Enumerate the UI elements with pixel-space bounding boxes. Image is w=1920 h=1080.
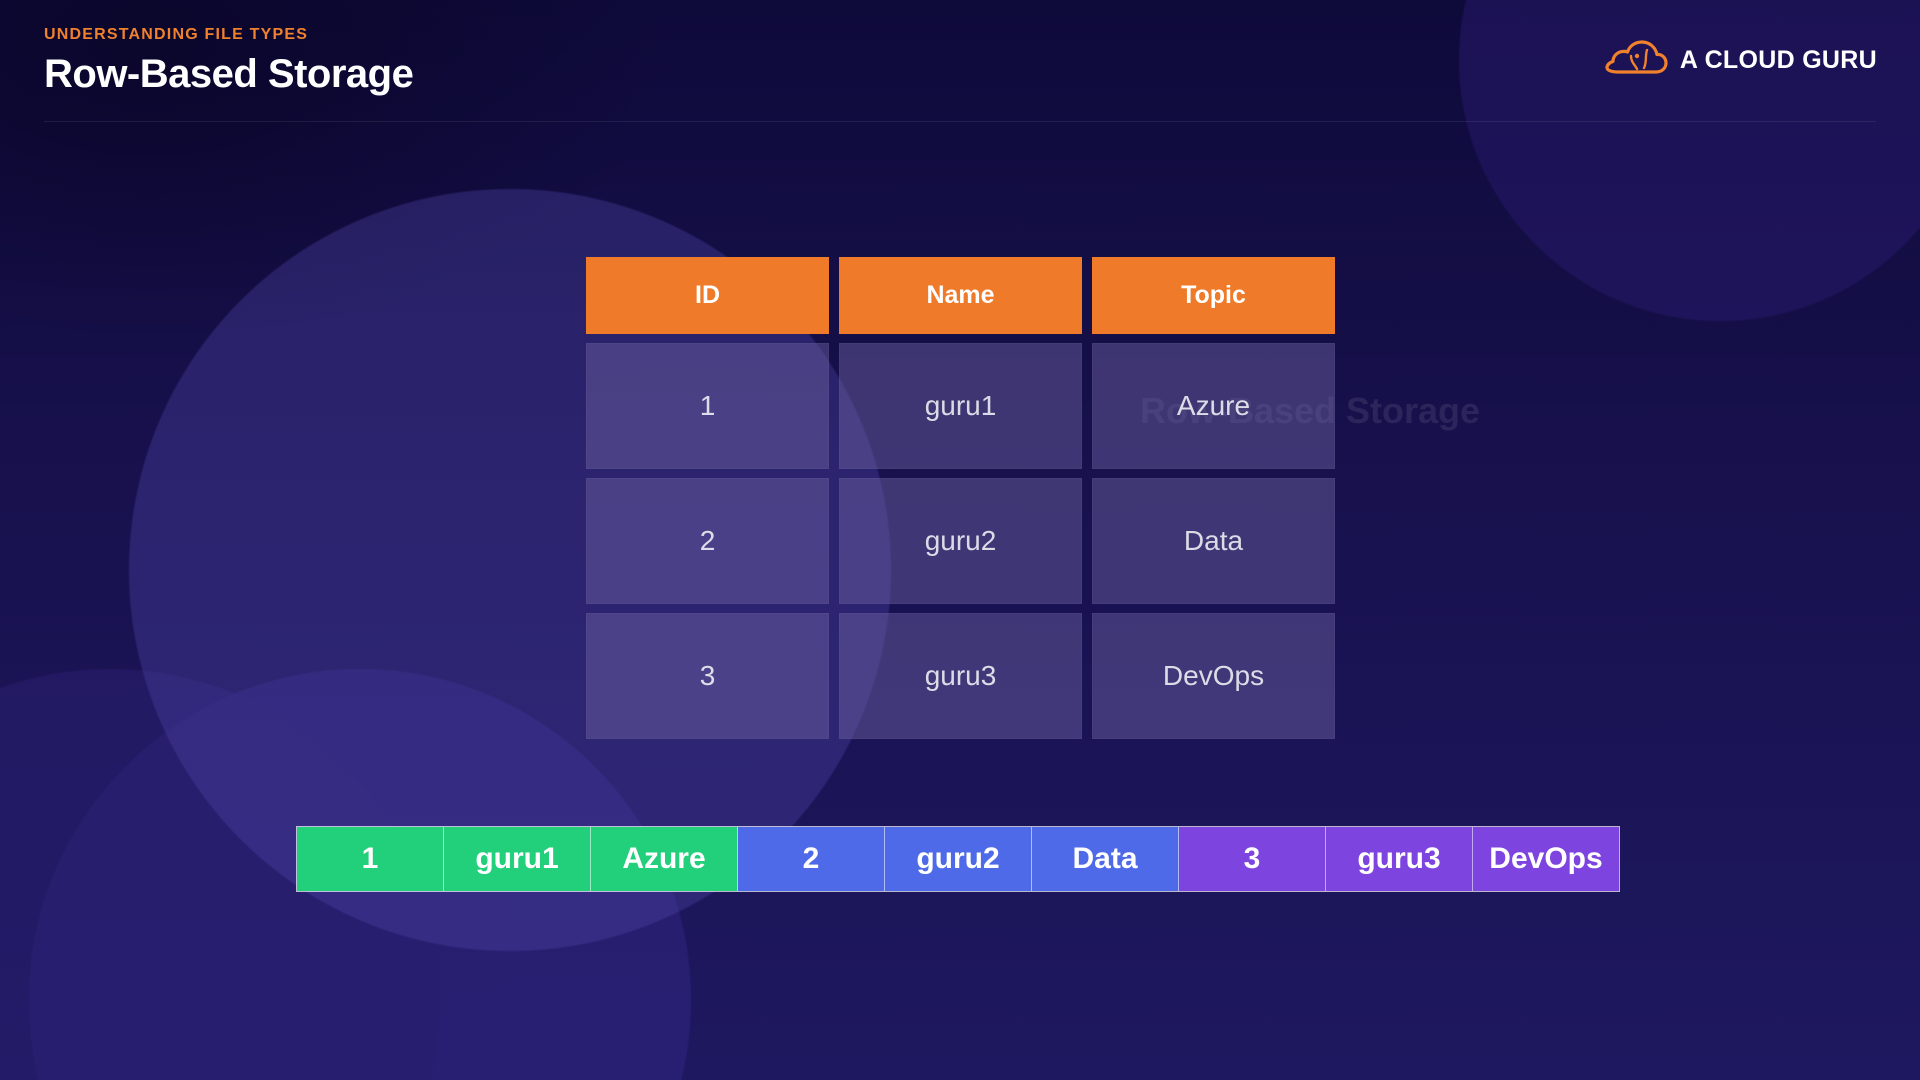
storage-cell: Data <box>1032 827 1179 891</box>
brand-logo: A CLOUD GURU <box>1604 38 1877 83</box>
table-cell: guru2 <box>839 478 1082 604</box>
storage-cell: guru3 <box>1326 827 1473 891</box>
header-divider <box>44 121 1876 122</box>
storage-cell: Azure <box>591 827 738 891</box>
table-cell: 3 <box>586 613 829 739</box>
table-cell: Azure <box>1092 343 1335 469</box>
column-header-name: Name <box>839 257 1082 334</box>
table-cell: 1 <box>586 343 829 469</box>
page-title: Row-Based Storage <box>44 52 414 96</box>
storage-cell: guru1 <box>444 827 591 891</box>
table-cell: 2 <box>586 478 829 604</box>
table-cell: DevOps <box>1092 613 1335 739</box>
table-cell: Data <box>1092 478 1335 604</box>
storage-cell: 2 <box>738 827 885 891</box>
column-header-id: ID <box>586 257 829 334</box>
cloud-icon <box>1604 38 1668 83</box>
storage-cell: 1 <box>297 827 444 891</box>
section-eyebrow: UNDERSTANDING FILE TYPES <box>44 26 309 43</box>
storage-cell: 3 <box>1179 827 1326 891</box>
column-header-topic: Topic <box>1092 257 1335 334</box>
records-table: ID Name Topic 1 guru1 Azure 2 guru2 Data… <box>586 257 1335 739</box>
row-storage-strip: 1 guru1 Azure 2 guru2 Data 3 guru3 DevOp… <box>296 826 1620 892</box>
storage-cell: guru2 <box>885 827 1032 891</box>
table-cell: guru1 <box>839 343 1082 469</box>
slide-header: UNDERSTANDING FILE TYPES Row-Based Stora… <box>44 26 414 97</box>
table-cell: guru3 <box>839 613 1082 739</box>
storage-cell: DevOps <box>1473 827 1619 891</box>
brand-name: A CLOUD GURU <box>1679 46 1877 74</box>
